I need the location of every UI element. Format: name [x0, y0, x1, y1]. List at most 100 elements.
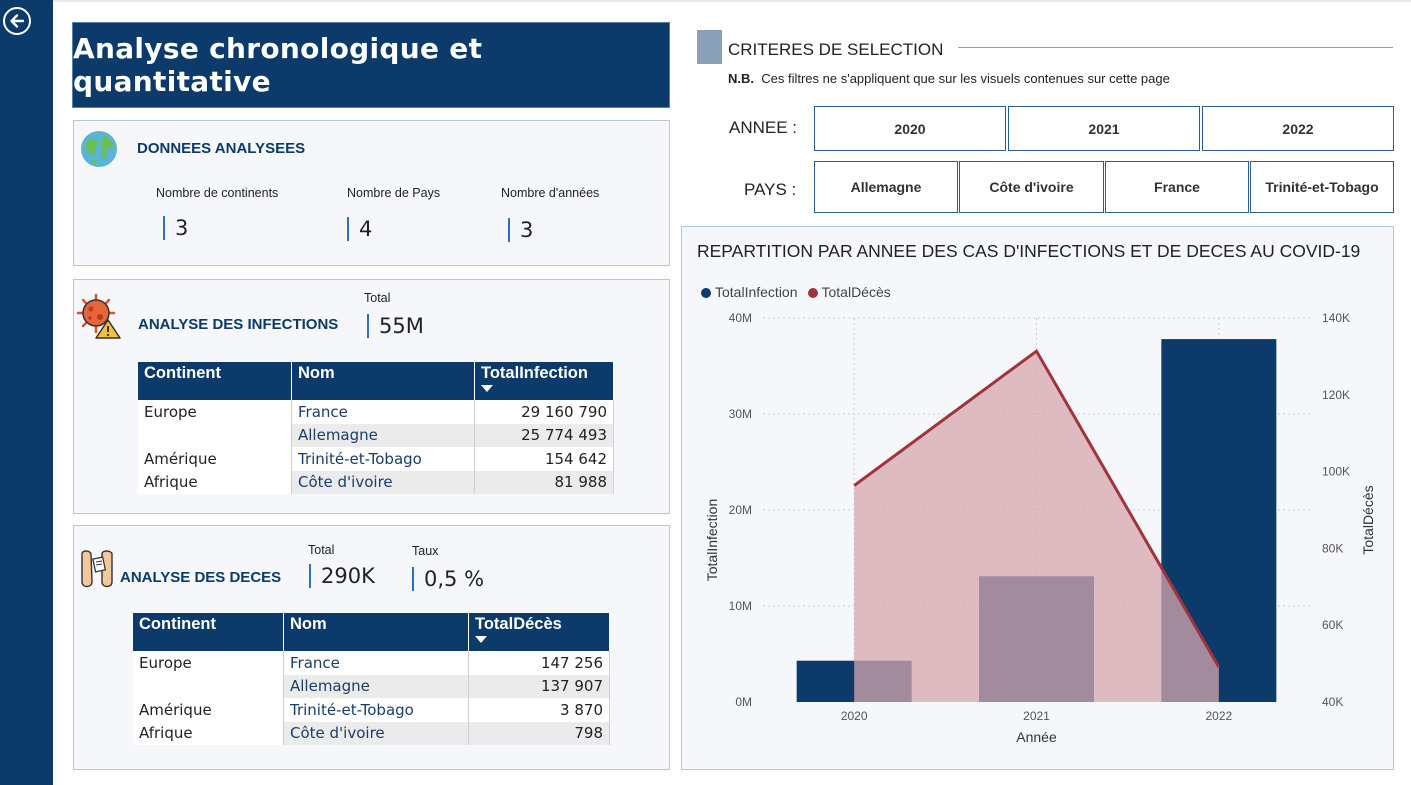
infections-title: ANALYSE DES INFECTIONS [138, 316, 339, 333]
cell-value: 3 870 [468, 698, 610, 722]
deces-table: Continent Nom TotalDécès Europe France 1… [133, 613, 610, 745]
sort-desc-icon [475, 636, 487, 643]
slicer-annee-2021[interactable]: 2021 [1008, 106, 1200, 151]
arrow-left-icon [10, 14, 25, 28]
back-button[interactable] [3, 7, 31, 35]
x-tick-label: 2020 [841, 709, 868, 723]
legend-item-infection[interactable]: TotalInfection [701, 284, 798, 300]
table-row[interactable]: Amérique Trinité-et-Tobago 3 870 [133, 698, 610, 722]
criteres-note: N.B. Ces filtres ne s'appliquent que sur… [728, 71, 1170, 86]
deces-total-value: 290K [309, 564, 375, 588]
cell-continent: Europe [138, 400, 292, 424]
criteres-title: CRITERES DE SELECTION [728, 40, 944, 59]
donnees-title: DONNEES ANALYSEES [137, 140, 306, 157]
cell-value: 154 642 [474, 447, 614, 471]
annee-label: ANNEE : [729, 118, 798, 137]
table-row[interactable]: Europe France 29 160 790 [138, 400, 614, 424]
cell-value: 81 988 [474, 470, 614, 494]
slicer-pays-france[interactable]: France [1105, 161, 1249, 213]
table-row[interactable]: Amérique Trinité-et-Tobago 154 642 [138, 447, 614, 471]
cell-continent: Afrique [138, 470, 292, 494]
cell-value: 29 160 790 [474, 400, 614, 424]
slicer-pays-trinite[interactable]: Trinité-et-Tobago [1250, 161, 1394, 213]
cell-value: 25 774 493 [474, 423, 614, 447]
cell-nom: Trinité-et-Tobago [283, 698, 469, 722]
deces-table-header: Continent Nom TotalDécès [133, 613, 610, 651]
table-row[interactable]: Europe France 147 256 [133, 651, 610, 675]
cell-continent: Amérique [133, 698, 284, 722]
y2-tick-label: 140K [1322, 311, 1350, 325]
y2-tick-label: 80K [1322, 541, 1343, 555]
y-tick-label: 20M [729, 503, 752, 517]
cell-continent: Afrique [133, 721, 284, 745]
cell-value: 798 [468, 721, 610, 745]
cell-value: 137 907 [468, 674, 610, 698]
page-title: Analyse chronologique et quantitative [73, 32, 483, 98]
top-divider [53, 0, 1411, 2]
infections-table-header: Continent Nom TotalInfection [138, 362, 614, 400]
slicer-pays-allemagne[interactable]: Allemagne [814, 161, 958, 213]
y2-tick-label: 40K [1322, 695, 1343, 709]
y-tick-label: 30M [729, 407, 752, 421]
legend-dot-deces [807, 288, 818, 298]
cell-continent: Europe [133, 651, 284, 675]
legend-label-deces: TotalDécès [821, 284, 891, 300]
y-tick-label: 40M [729, 311, 752, 325]
y-tick-label: 10M [729, 599, 752, 613]
col-nom[interactable]: Nom [283, 613, 469, 651]
col-nom[interactable]: Nom [291, 362, 475, 400]
cell-nom: Côte d'ivoire [291, 470, 475, 494]
chart-title: REPARTITION PAR ANNEE DES CAS D'INFECTIO… [697, 241, 1361, 261]
kpi-value-annees: 3 [508, 218, 533, 242]
slicer-annee-2022[interactable]: 2022 [1202, 106, 1394, 151]
kpi-label-continents: Nombre de continents [156, 186, 279, 200]
col-totalinfection-label: TotalInfection [481, 364, 588, 382]
sort-desc-icon [481, 385, 493, 392]
criteres-note-bold: N.B. [728, 71, 754, 86]
pays-label: PAYS : [744, 180, 797, 199]
chart-legend: TotalInfection TotalDécès [701, 284, 891, 300]
table-row[interactable]: Allemagne 137 907 [133, 674, 610, 698]
y2-tick-label: 60K [1322, 618, 1343, 632]
slicer-pays-cote-divoire[interactable]: Côte d'ivoire [959, 161, 1104, 213]
kpi-value-continents: 3 [163, 216, 188, 240]
cell-nom: Côte d'ivoire [283, 721, 469, 745]
cell-continent: Amérique [138, 447, 292, 471]
criteres-divider [958, 47, 1393, 48]
y-axis-title: TotalInfection [704, 499, 720, 582]
cell-continent [138, 423, 292, 447]
y2-tick-label: 100K [1322, 465, 1350, 479]
page-title-box: Analyse chronologique et quantitative [72, 22, 670, 108]
x-tick-label: 2022 [1205, 709, 1232, 723]
cell-nom: France [291, 400, 475, 424]
deces-taux-label: Taux [412, 544, 439, 558]
col-totaldeces[interactable]: TotalDécès [468, 613, 610, 651]
slicer-annee-2020[interactable]: 2020 [814, 106, 1006, 151]
deces-total-label: Total [308, 543, 335, 557]
legend-label-infection: TotalInfection [715, 284, 798, 300]
y-tick-label: 0M [735, 695, 752, 709]
col-continent[interactable]: Continent [133, 613, 284, 651]
legend-dot-infection [701, 288, 711, 298]
criteres-note-text: Ces filtres ne s'appliquent que sur les … [761, 71, 1170, 86]
cell-nom: Allemagne [283, 674, 469, 698]
col-continent[interactable]: Continent [138, 362, 292, 400]
globe-icon [81, 131, 117, 167]
infections-table: Continent Nom TotalInfection Europe Fran… [138, 362, 614, 494]
left-sidebar [0, 0, 53, 785]
infections-total-label: Total [364, 291, 391, 305]
criteres-marker [697, 30, 722, 64]
deces-taux-value: 0,5 % [412, 567, 484, 591]
table-row[interactable]: Allemagne 25 774 493 [138, 423, 614, 447]
cell-nom: France [283, 651, 469, 675]
table-row[interactable]: Afrique Côte d'ivoire 798 [133, 721, 610, 745]
y2-tick-label: 120K [1322, 388, 1350, 402]
col-totalinfection[interactable]: TotalInfection [474, 362, 614, 400]
table-row[interactable]: Afrique Côte d'ivoire 81 988 [138, 470, 614, 494]
legend-item-deces[interactable]: TotalDécès [807, 284, 891, 300]
col-totaldeces-label: TotalDécès [475, 615, 562, 633]
infections-total-value: 55M [367, 314, 424, 338]
cell-nom: Trinité-et-Tobago [291, 447, 475, 471]
x-axis-title: Année [1016, 729, 1057, 745]
cell-nom: Allemagne [291, 423, 475, 447]
